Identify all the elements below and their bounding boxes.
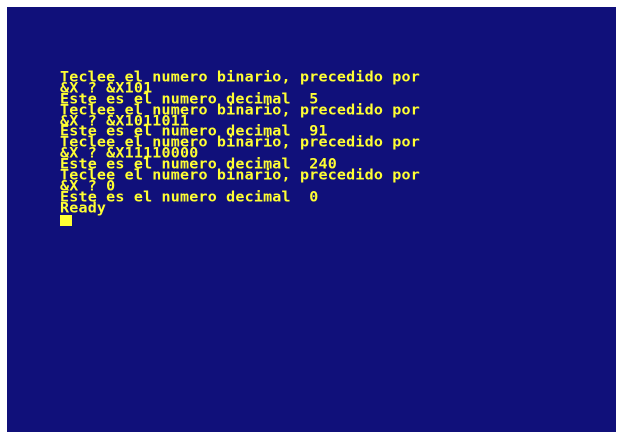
console-line: Este es el numero decimal 0 [60, 187, 319, 206]
console-line: Teclee el numero binario, precedido por [60, 166, 420, 184]
ready-prompt: Ready [60, 198, 107, 216]
computer-screen[interactable]: Teclee el numero binario, precedido por … [7, 7, 616, 432]
console-output: Teclee el numero binario, precedido por … [60, 70, 600, 226]
screen-border: Teclee el numero binario, precedido por … [0, 0, 620, 440]
